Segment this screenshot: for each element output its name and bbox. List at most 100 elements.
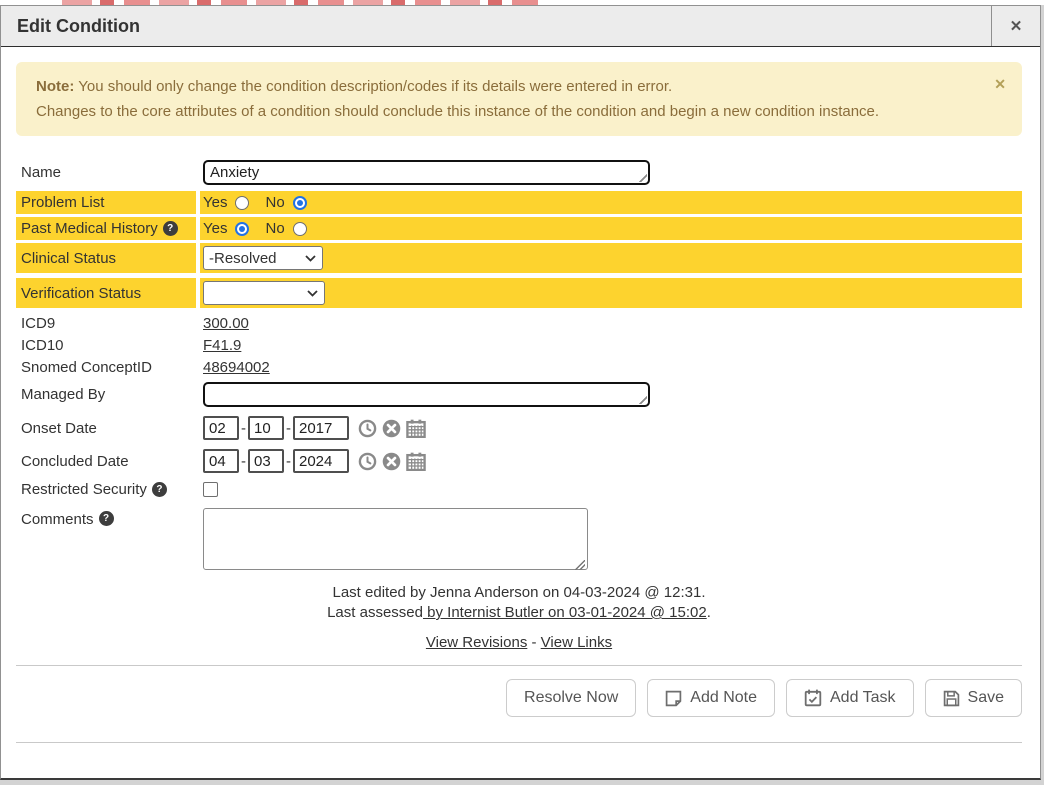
onset-year-input[interactable] (293, 416, 349, 440)
footer-button-bar: Resolve Now Add Note Add Task Save (16, 666, 1022, 742)
onset-month-input[interactable] (203, 416, 239, 440)
comments-textarea-wrap (203, 508, 588, 574)
date-separator: - (286, 420, 291, 437)
verification-status-label: Verification Status (16, 278, 196, 308)
last-assessed-prefix: Last assessed (327, 604, 423, 621)
snomed-label: Snomed ConceptID (16, 357, 196, 378)
dialog-header: Edit Condition ✕ (1, 6, 1040, 47)
question-circle-icon[interactable]: ? (99, 511, 114, 526)
clinical-status-select[interactable]: -Resolved (203, 246, 323, 270)
row-clinical-status: Clinical Status -Resolved (16, 243, 1022, 273)
row-icd9: ICD9 300.00 (16, 313, 1022, 334)
onset-clock-icon[interactable] (358, 419, 377, 438)
name-label: Name (16, 157, 196, 188)
problem-list-no-label: No (265, 194, 284, 211)
note-dismiss-button[interactable]: ✕ (994, 72, 1006, 97)
note-icon (665, 690, 682, 707)
concluded-day-input[interactable] (248, 449, 284, 473)
close-icon: ✕ (1010, 17, 1023, 35)
icd9-code-link[interactable]: 300.00 (203, 315, 249, 332)
view-links-link[interactable]: View Links (541, 634, 612, 651)
add-note-button[interactable]: Add Note (647, 679, 775, 717)
pmh-yes-radio[interactable] (235, 222, 249, 236)
managed-by-input[interactable] (203, 382, 650, 407)
problem-list-yes-radio[interactable] (235, 196, 249, 210)
managed-by-label: Managed By (16, 379, 196, 410)
onset-calendar-icon[interactable] (406, 419, 426, 438)
onset-date-label: Onset Date (16, 413, 196, 443)
problem-list-no-radio[interactable] (293, 196, 307, 210)
dialog-body: Note: You should only change the conditi… (1, 47, 1040, 785)
name-input[interactable] (203, 160, 650, 185)
add-note-label: Add Note (690, 689, 757, 707)
row-past-medical-history: Past Medical History ? Yes No (16, 217, 1022, 240)
comments-textarea[interactable] (203, 508, 588, 570)
resolve-now-label: Resolve Now (524, 689, 618, 707)
last-assessed-link[interactable]: by Internist Butler on 03-01-2024 @ 15:0… (423, 604, 707, 621)
x-icon: ✕ (994, 76, 1006, 92)
condition-form: Name Problem List Yes No (16, 157, 1022, 653)
concluded-clear-icon[interactable] (382, 452, 401, 471)
note-text-1: You should only change the condition des… (74, 78, 672, 95)
row-name: Name (16, 157, 1022, 188)
question-circle-icon[interactable]: ? (163, 221, 178, 236)
concluded-date-label: Concluded Date (16, 446, 196, 476)
problem-list-label: Problem List (16, 191, 196, 214)
clinical-status-label: Clinical Status (16, 243, 196, 273)
restricted-security-checkbox[interactable] (203, 482, 218, 497)
chevron-down-icon (305, 255, 316, 262)
row-problem-list: Problem List Yes No (16, 191, 1022, 214)
dialog-close-button[interactable]: ✕ (991, 6, 1040, 46)
icd10-label: ICD10 (16, 335, 196, 356)
date-separator: - (241, 420, 246, 437)
name-input-wrap (203, 160, 650, 185)
audit-info: Last edited by Jenna Anderson on 04-03-2… (16, 583, 1022, 653)
date-separator: - (241, 453, 246, 470)
icd10-code-link[interactable]: F41.9 (203, 337, 241, 354)
warning-note-banner: Note: You should only change the conditi… (16, 62, 1022, 136)
resolve-now-button[interactable]: Resolve Now (506, 679, 636, 717)
verification-status-select[interactable] (203, 281, 325, 305)
row-concluded-date: Concluded Date - - (16, 446, 1022, 476)
concluded-month-input[interactable] (203, 449, 239, 473)
concluded-calendar-icon[interactable] (406, 452, 426, 471)
add-task-button[interactable]: Add Task (786, 679, 914, 717)
pmh-no-label: No (265, 220, 284, 237)
onset-day-input[interactable] (248, 416, 284, 440)
concluded-clock-icon[interactable] (358, 452, 377, 471)
save-button[interactable]: Save (925, 679, 1022, 717)
snomed-code-link[interactable]: 48694002 (203, 359, 270, 376)
note-line-1: Note: You should only change the conditi… (36, 74, 976, 99)
chevron-down-icon (307, 290, 318, 297)
restricted-security-label: Restricted Security (21, 481, 147, 498)
question-circle-icon[interactable]: ? (152, 482, 167, 497)
links-separator: - (532, 634, 537, 651)
pmh-yes-label: Yes (203, 220, 227, 237)
date-separator: - (286, 453, 291, 470)
note-prefix: Note: (36, 78, 74, 95)
save-label: Save (968, 689, 1004, 707)
note-line-2: Changes to the core attributes of a cond… (36, 99, 976, 124)
concluded-year-input[interactable] (293, 449, 349, 473)
comments-label: Comments (21, 511, 94, 528)
row-comments: Comments ? (16, 505, 1022, 577)
icd9-label: ICD9 (16, 313, 196, 334)
pmh-no-radio[interactable] (293, 222, 307, 236)
problem-list-yes-label: Yes (203, 194, 227, 211)
last-assessed-suffix: . (707, 604, 711, 621)
row-verification-status: Verification Status (16, 278, 1022, 308)
past-medical-history-label: Past Medical History (21, 220, 158, 237)
revision-links-line: View Revisions - View Links (16, 633, 1022, 653)
edit-condition-dialog: Edit Condition ✕ Note: You should only c… (0, 5, 1041, 780)
row-onset-date: Onset Date - - (16, 413, 1022, 443)
row-managed-by: Managed By (16, 379, 1022, 410)
dialog-title: Edit Condition (1, 16, 140, 37)
floppy-disk-icon (943, 690, 960, 707)
managed-by-input-wrap (203, 382, 650, 407)
row-snomed: Snomed ConceptID 48694002 (16, 357, 1022, 378)
view-revisions-link[interactable]: View Revisions (426, 634, 527, 651)
row-restricted-security: Restricted Security ? (16, 479, 1022, 500)
last-edited-line: Last edited by Jenna Anderson on 04-03-2… (16, 583, 1022, 603)
onset-clear-icon[interactable] (382, 419, 401, 438)
bottom-spacer (16, 743, 1022, 785)
